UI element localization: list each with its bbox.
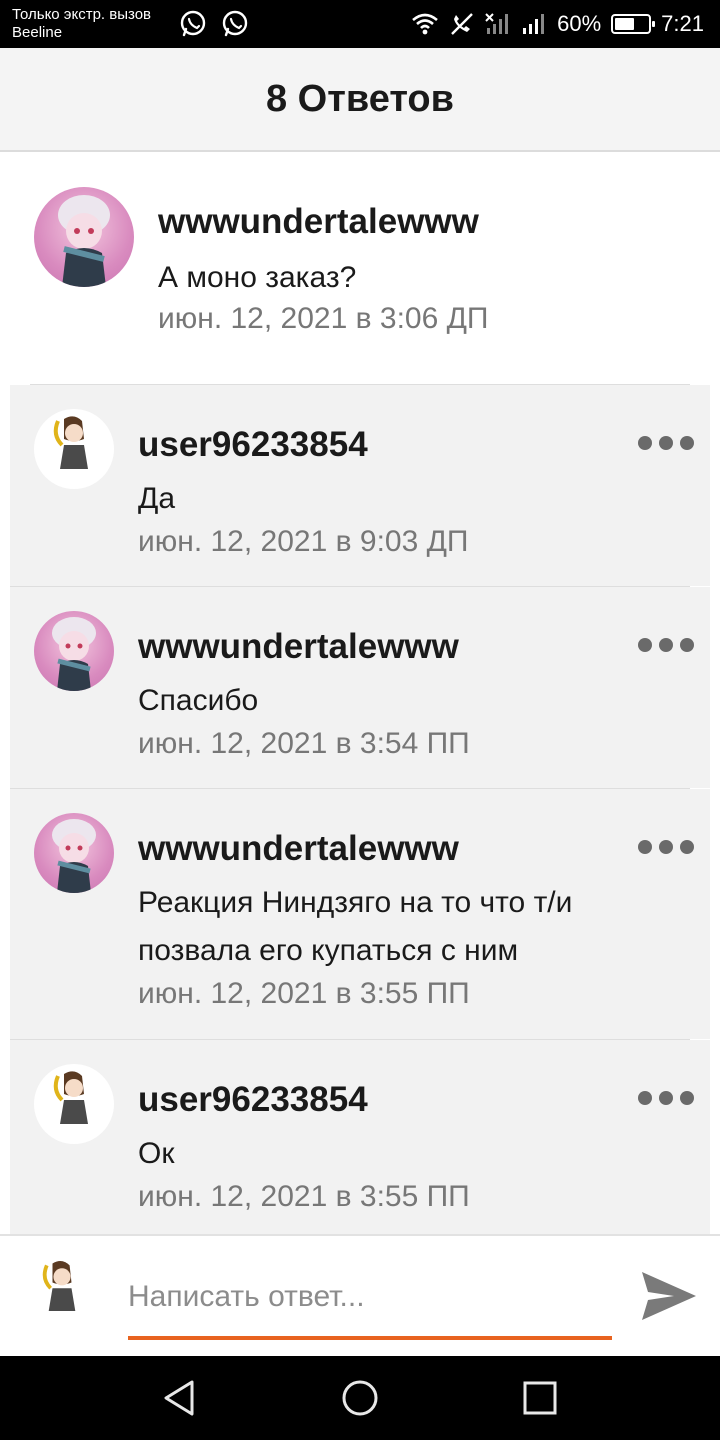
back-icon[interactable] (160, 1378, 200, 1418)
reply-timestamp: июн. 12, 2021 в 3:55 ПП (138, 977, 470, 1010)
reply-item: wwwundertalewww Спасибо июн. 12, 2021 в … (10, 587, 710, 788)
whatsapp-icon (222, 10, 248, 37)
reply-input[interactable]: Написать ответ... (128, 1276, 612, 1340)
avatar[interactable] (34, 1064, 114, 1144)
page-title: 8 Ответов (265, 77, 455, 120)
avatar[interactable] (34, 611, 114, 691)
system-navigation-bar (0, 1356, 720, 1440)
send-icon[interactable] (640, 1270, 698, 1322)
avatar[interactable] (34, 813, 114, 893)
comment-username[interactable]: wwwundertalewww (158, 202, 479, 242)
clock: 7:21 (661, 11, 704, 36)
avatar[interactable] (34, 409, 114, 489)
reply-item: user96233854 Да июн. 12, 2021 в 9:03 ДП (10, 385, 710, 586)
more-dot (638, 840, 652, 854)
status-bar: Только экстр. вызов Beeline 60% 7:21 (0, 0, 720, 48)
more-dot (659, 1091, 673, 1105)
reply-composer: Написать ответ... (0, 1234, 720, 1356)
replies-header: 8 Ответов (0, 48, 720, 152)
more-dot (638, 436, 652, 450)
recents-icon[interactable] (520, 1378, 560, 1418)
reply-username[interactable]: user96233854 (138, 1080, 368, 1120)
call-blocked-icon (451, 13, 473, 35)
battery-level (615, 18, 635, 30)
more-dot (680, 638, 694, 652)
avatar-character-image (53, 416, 88, 483)
whatsapp-icon (180, 10, 206, 37)
avatar[interactable] (34, 187, 134, 287)
more-dot (680, 840, 694, 854)
carrier-info: Только экстр. вызов Beeline (12, 6, 151, 42)
more-dot (680, 436, 694, 450)
more-options-button[interactable] (638, 1088, 694, 1108)
status-icons: 60% 7:21 (411, 8, 704, 40)
replies-thread[interactable]: wwwundertalewww А моно заказ? июн. 12, 2… (0, 154, 720, 1234)
reply-text: Да (138, 482, 176, 515)
original-comment: wwwundertalewww А моно заказ? июн. 12, 2… (0, 154, 720, 384)
more-dot (659, 436, 673, 450)
comment-timestamp: июн. 12, 2021 в 3:06 ДП (158, 302, 489, 335)
comment-text: А моно заказ? (158, 261, 357, 294)
more-dot (659, 638, 673, 652)
more-dot (638, 1091, 652, 1105)
more-options-button[interactable] (638, 433, 694, 453)
avatar-character-image (53, 1071, 88, 1138)
more-options-button[interactable] (638, 635, 694, 655)
more-dot (680, 1091, 694, 1105)
reply-timestamp: июн. 12, 2021 в 3:54 ПП (138, 727, 470, 760)
reply-item: wwwundertalewww Реакция Ниндзяго на то ч… (10, 789, 710, 1039)
reply-timestamp: июн. 12, 2021 в 3:55 ПП (138, 1180, 470, 1213)
battery-icon (611, 14, 656, 34)
reply-text: Реакция Ниндзяго на то что т/и позвала е… (138, 886, 573, 967)
reply-timestamp: июн. 12, 2021 в 9:03 ДП (138, 525, 469, 558)
more-options-button[interactable] (638, 837, 694, 857)
avatar-character-image (42, 1261, 76, 1325)
reply-text: Ок (138, 1137, 175, 1170)
avatar-character-image (58, 195, 110, 287)
wifi-icon (412, 13, 438, 35)
reply-username[interactable]: wwwundertalewww (138, 829, 459, 869)
avatar-character-image (52, 617, 96, 691)
signal-off-icon (485, 13, 509, 34)
home-icon[interactable] (340, 1378, 380, 1418)
reply-item: user96233854 Ок июн. 12, 2021 в 3:55 ПП (10, 1040, 710, 1234)
carrier-status-text: Только экстр. вызов (12, 6, 152, 23)
reply-username[interactable]: user96233854 (138, 425, 368, 465)
reply-username[interactable]: wwwundertalewww (138, 627, 459, 667)
battery-percent: 60% (557, 11, 602, 36)
reply-text: Спасибо (138, 684, 259, 717)
current-user-avatar[interactable] (24, 1252, 100, 1332)
more-dot (638, 638, 652, 652)
carrier-name: Beeline (12, 24, 63, 41)
more-dot (659, 840, 673, 854)
signal-icon (523, 14, 545, 34)
avatar-character-image (52, 819, 96, 893)
